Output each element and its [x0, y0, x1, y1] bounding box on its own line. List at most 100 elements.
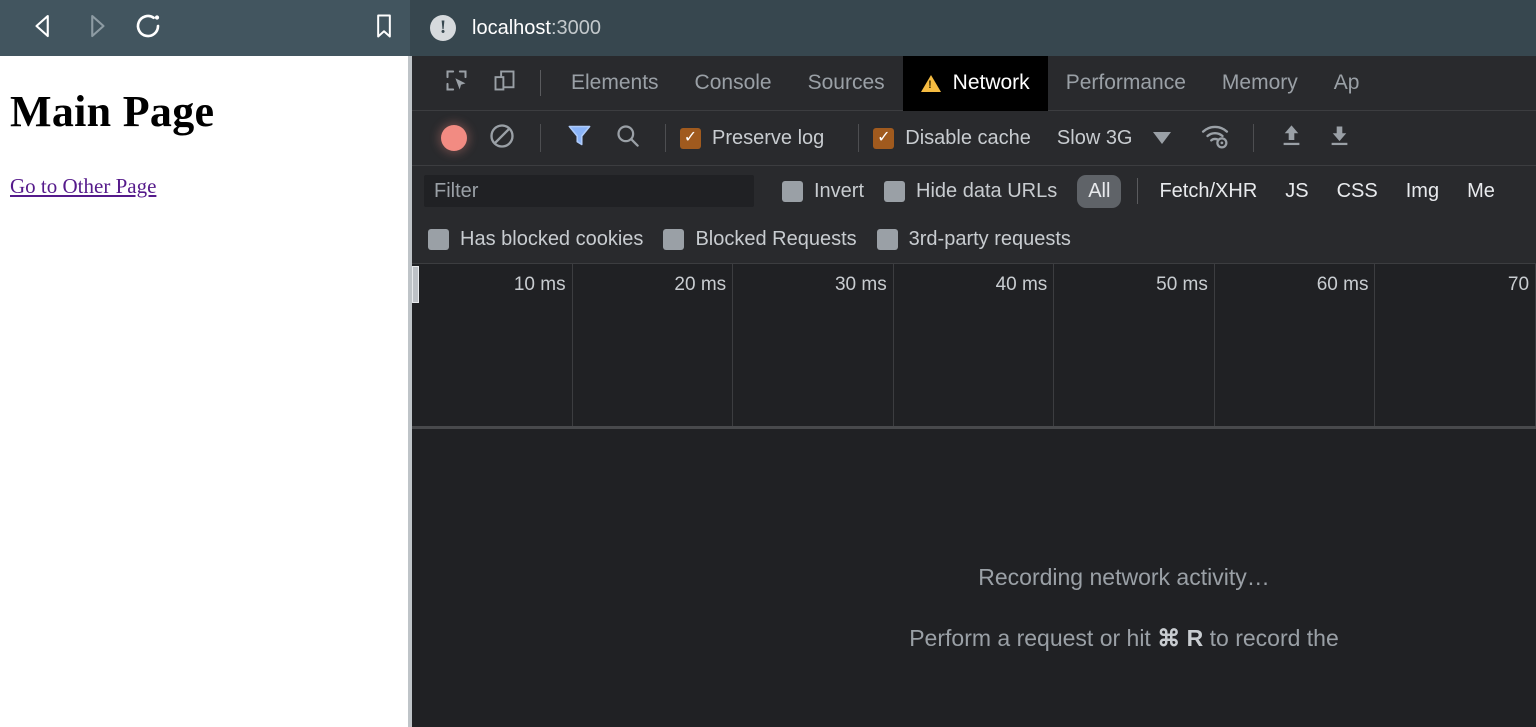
network-settings-button[interactable] [1191, 116, 1239, 160]
search-button[interactable] [603, 116, 651, 160]
preserve-log-label: Preserve log [712, 127, 824, 150]
empty-state-text-before: Perform a request or hit [909, 625, 1157, 651]
back-arrow-icon [29, 11, 59, 46]
tab-application[interactable]: Ap [1316, 56, 1378, 111]
timeline-division: 40 ms [894, 264, 1055, 426]
devtools-panel: Elements Console Sources Network Perform… [412, 56, 1536, 727]
timeline-division: 10 ms [412, 264, 573, 426]
tabbar-separator [540, 70, 541, 96]
timeline-division: 70 [1375, 264, 1536, 426]
type-filter-fetch-xhr[interactable]: Fetch/XHR [1148, 175, 1268, 208]
inspect-element-button[interactable] [432, 61, 480, 105]
timeline-tick-label: 60 ms [1317, 274, 1369, 296]
page-viewport: Main Page Go to Other Page [0, 56, 408, 727]
timeline-tick-label: 50 ms [1156, 274, 1208, 296]
import-har-button[interactable] [1268, 116, 1316, 160]
timeline-tick-label: 40 ms [996, 274, 1048, 296]
toolbar-separator-2 [665, 124, 666, 152]
third-party-requests-label: 3rd-party requests [909, 228, 1071, 251]
tab-network-label: Network [953, 71, 1030, 95]
inspect-element-icon [443, 67, 470, 99]
device-toolbar-button[interactable] [480, 61, 528, 105]
import-up-arrow-icon [1278, 122, 1305, 154]
timeline-tick-label: 20 ms [674, 274, 726, 296]
type-filter-media[interactable]: Me [1456, 175, 1506, 208]
record-circle-icon [441, 125, 467, 151]
tab-performance[interactable]: Performance [1048, 56, 1204, 111]
reload-button[interactable] [122, 2, 174, 54]
blocked-requests-checkbox[interactable] [663, 229, 684, 250]
hide-data-urls-checkbox[interactable] [884, 181, 905, 202]
type-filter-css[interactable]: CSS [1326, 175, 1389, 208]
filter-funnel-icon [566, 122, 593, 154]
tab-console[interactable]: Console [677, 56, 790, 111]
filter-button[interactable] [555, 116, 603, 160]
record-button[interactable] [430, 116, 478, 160]
chevron-down-icon[interactable] [1153, 132, 1171, 144]
type-filter-all[interactable]: All [1077, 175, 1121, 208]
tab-sources[interactable]: Sources [790, 56, 903, 111]
forward-button[interactable] [70, 2, 122, 54]
empty-state-secondary: Perform a request or hit ⌘ R to record t… [909, 625, 1339, 652]
timeline-division: 50 ms [1054, 264, 1215, 426]
navigation-controls [0, 0, 410, 56]
address-bar[interactable]: ! localhost:3000 [410, 0, 1536, 56]
disable-cache-label: Disable cache [905, 127, 1031, 150]
bookmark-icon [370, 12, 398, 45]
forward-arrow-icon [81, 11, 111, 46]
url-port: :3000 [551, 17, 601, 39]
network-timeline-overview[interactable]: 10 ms 20 ms 30 ms 40 ms 50 ms 60 ms [412, 264, 1536, 429]
timeline-division: 30 ms [733, 264, 894, 426]
hide-data-urls-label: Hide data URLs [916, 180, 1057, 203]
device-toolbar-icon [491, 67, 518, 99]
wifi-gear-icon [1200, 121, 1230, 156]
timeline-division: 60 ms [1215, 264, 1376, 426]
filter-input[interactable] [424, 175, 754, 207]
network-filter-bar-secondary: Has blocked cookies Blocked Requests 3rd… [412, 216, 1536, 264]
timeline-tick-label: 10 ms [514, 274, 566, 296]
empty-state-primary: Recording network activity… [978, 564, 1269, 591]
shortcut-key-cmd: ⌘ [1157, 625, 1180, 651]
warning-triangle-icon [921, 75, 941, 92]
export-down-arrow-icon [1326, 122, 1353, 154]
type-filter-separator [1137, 178, 1138, 204]
throttling-select-value[interactable]: Slow 3G [1057, 127, 1133, 150]
tab-elements[interactable]: Elements [553, 56, 677, 111]
timeline-division: 20 ms [573, 264, 734, 426]
info-circle-icon[interactable]: ! [430, 15, 456, 41]
preserve-log-checkbox[interactable]: ✓ [680, 128, 701, 149]
type-filter-img[interactable]: Img [1395, 175, 1450, 208]
toolbar-separator-3 [858, 124, 859, 152]
shortcut-key-r: R [1187, 625, 1204, 651]
third-party-requests-checkbox[interactable] [877, 229, 898, 250]
url-host: localhost [472, 17, 551, 39]
invert-checkbox[interactable] [782, 181, 803, 202]
clear-button[interactable] [478, 116, 526, 160]
invert-label: Invert [814, 180, 864, 203]
bookmark-button[interactable] [358, 2, 410, 54]
page-title: Main Page [10, 86, 398, 137]
clear-no-entry-icon [488, 122, 516, 155]
has-blocked-cookies-label: Has blocked cookies [460, 228, 643, 251]
network-filter-bar: Invert Hide data URLs All Fetch/XHR JS C… [412, 166, 1536, 216]
reload-icon [133, 11, 163, 46]
browser-toolbar: ! localhost:3000 [0, 0, 1536, 56]
toolbar-separator-4 [1253, 124, 1254, 152]
devtools-tabbar: Elements Console Sources Network Perform… [412, 56, 1536, 111]
timeline-tick-label: 30 ms [835, 274, 887, 296]
disable-cache-checkbox[interactable]: ✓ [873, 128, 894, 149]
type-filter-js[interactable]: JS [1274, 175, 1319, 208]
search-icon [614, 122, 641, 154]
tab-network[interactable]: Network [903, 56, 1048, 111]
empty-state-text-after: to record the [1203, 625, 1339, 651]
back-button[interactable] [18, 2, 70, 54]
address-bar-text: localhost:3000 [472, 17, 601, 40]
has-blocked-cookies-checkbox[interactable] [428, 229, 449, 250]
export-har-button[interactable] [1316, 116, 1364, 160]
other-page-link[interactable]: Go to Other Page [10, 174, 156, 199]
blocked-requests-label: Blocked Requests [695, 228, 856, 251]
tab-memory[interactable]: Memory [1204, 56, 1316, 111]
network-toolbar: ✓ Preserve log ✓ Disable cache Slow 3G [412, 111, 1536, 166]
browser-window: ! localhost:3000 Main Page Go to Other P… [0, 0, 1536, 727]
timeline-tick-label: 70 [1508, 274, 1529, 296]
